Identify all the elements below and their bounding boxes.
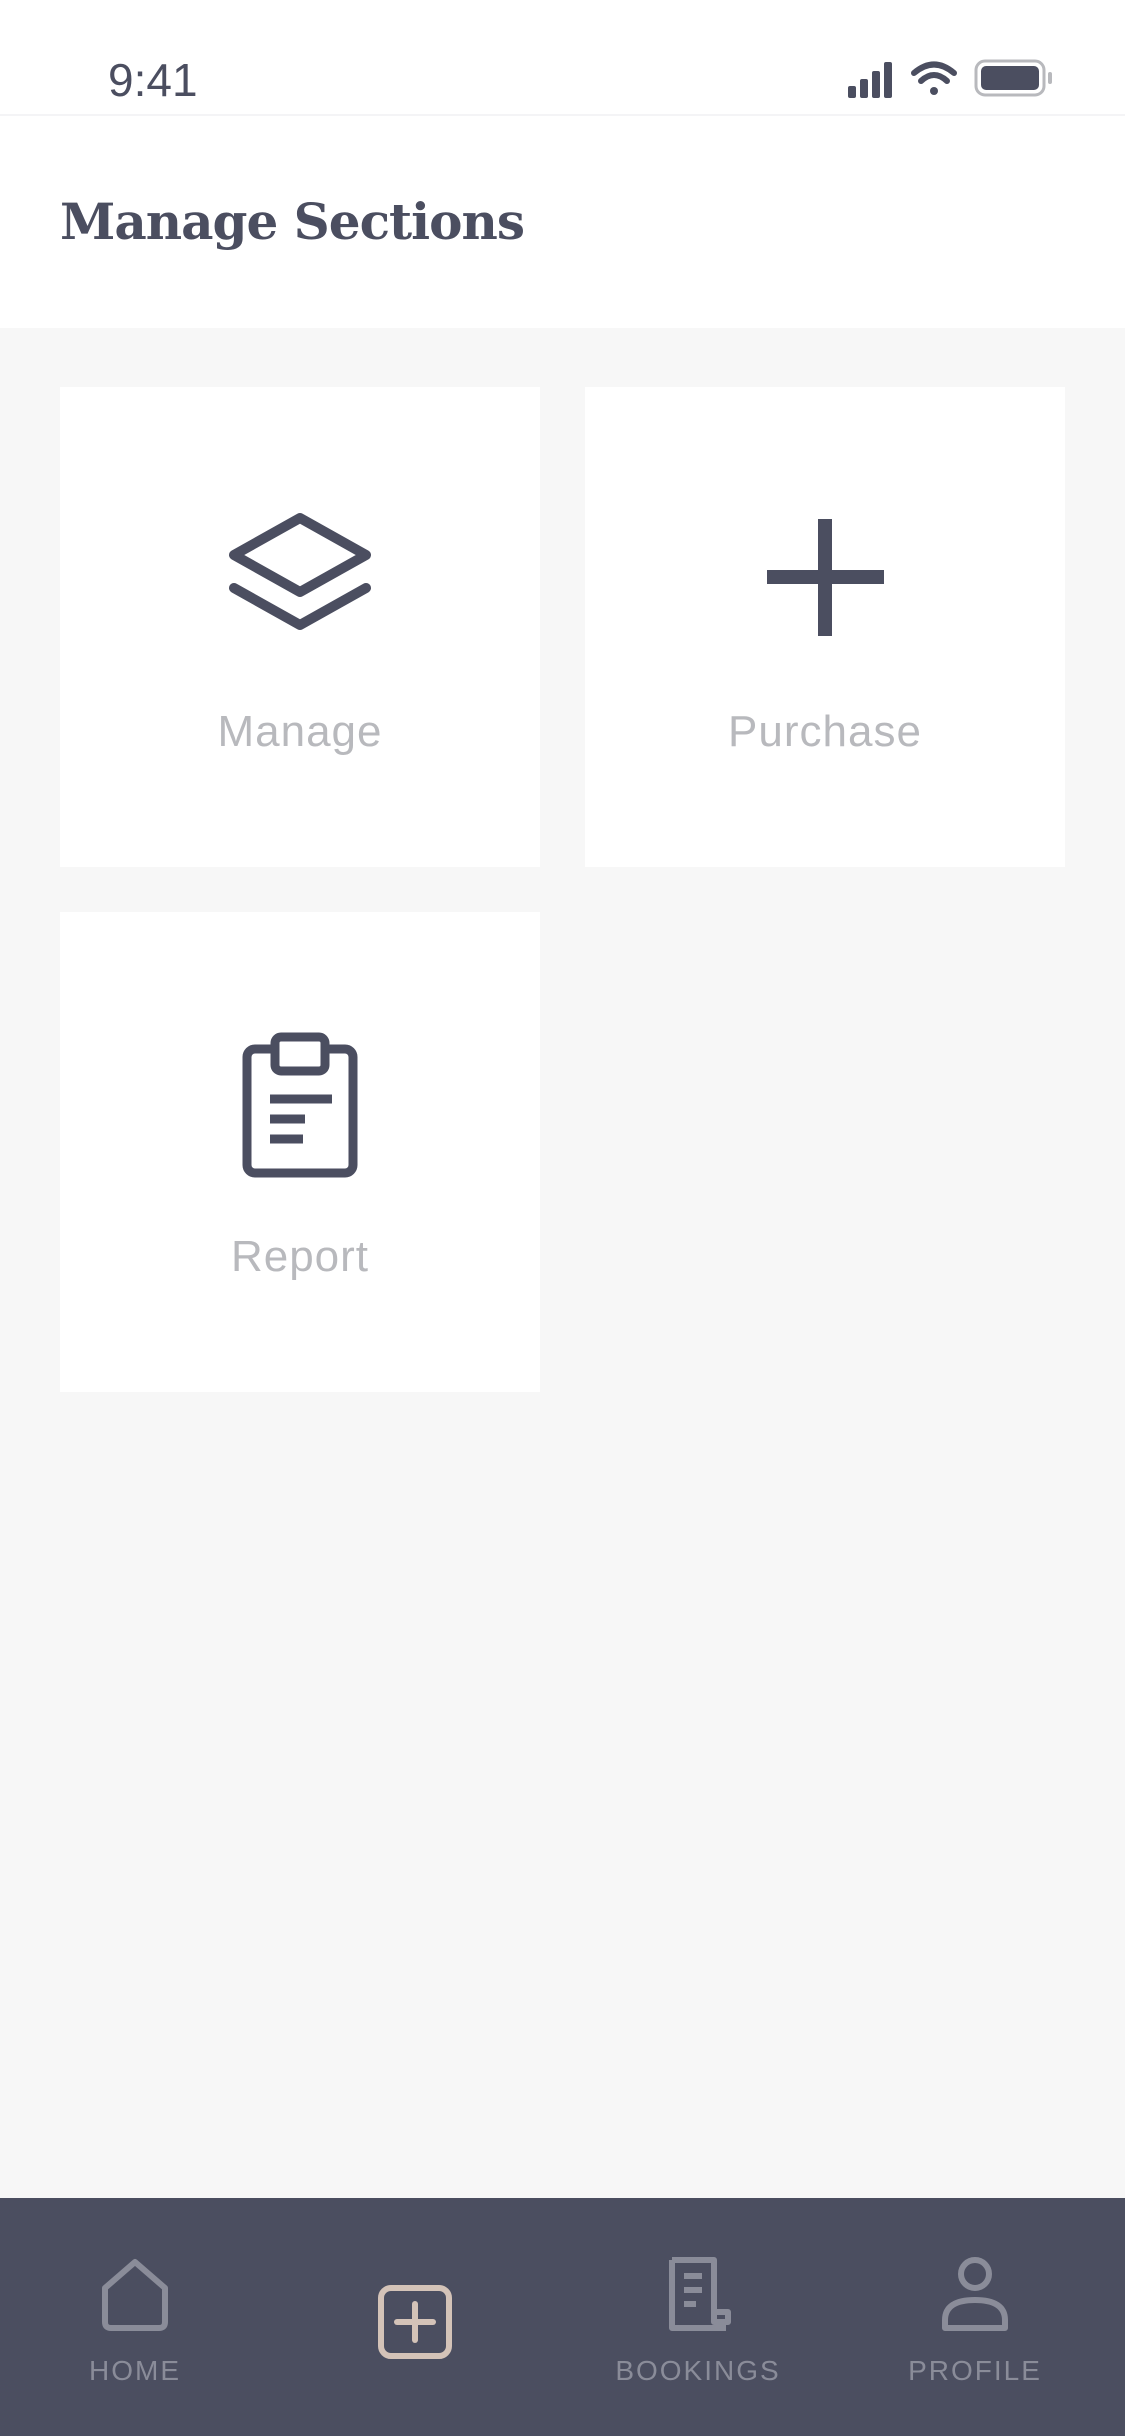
screen: 9:41 Manage Sections Manage Purchase Rep… — [0, 0, 1125, 2436]
user-icon — [942, 2257, 1008, 2331]
add-square-icon — [378, 2285, 452, 2359]
manage-card[interactable]: Manage — [60, 387, 540, 867]
tab-profile-label: PROFILE — [908, 2355, 1042, 2386]
status-icons — [848, 59, 1052, 98]
status-time: 9:41 — [108, 54, 198, 106]
tab-home-label: HOME — [89, 2355, 181, 2386]
tab-add[interactable] — [320, 2198, 510, 2436]
report-card[interactable]: Report — [60, 912, 540, 1392]
home-icon — [102, 2259, 168, 2331]
tab-profile[interactable]: PROFILE — [880, 2198, 1070, 2436]
purchase-label: Purchase — [728, 707, 922, 756]
layers-icon — [229, 513, 371, 630]
tab-bookings[interactable]: BOOKINGS — [600, 2198, 796, 2436]
signal-icon — [848, 62, 892, 98]
plus-icon — [767, 519, 884, 636]
header: Manage Sections — [0, 116, 1125, 328]
receipt-icon — [669, 2257, 731, 2331]
tab-bookings-label: BOOKINGS — [615, 2355, 781, 2386]
purchase-card[interactable]: Purchase — [585, 387, 1065, 867]
report-label: Report — [230, 1232, 370, 1281]
manage-label: Manage — [217, 707, 383, 756]
tab-home[interactable]: HOME — [40, 2198, 230, 2436]
clipboard-icon — [242, 1032, 358, 1178]
status-bar: 9:41 — [0, 0, 1125, 116]
battery-icon — [974, 59, 1052, 97]
page-title: Manage Sections — [60, 192, 525, 251]
tab-bar: HOME BOOKINGS PROFILE — [0, 2198, 1125, 2436]
wifi-icon — [911, 61, 957, 95]
